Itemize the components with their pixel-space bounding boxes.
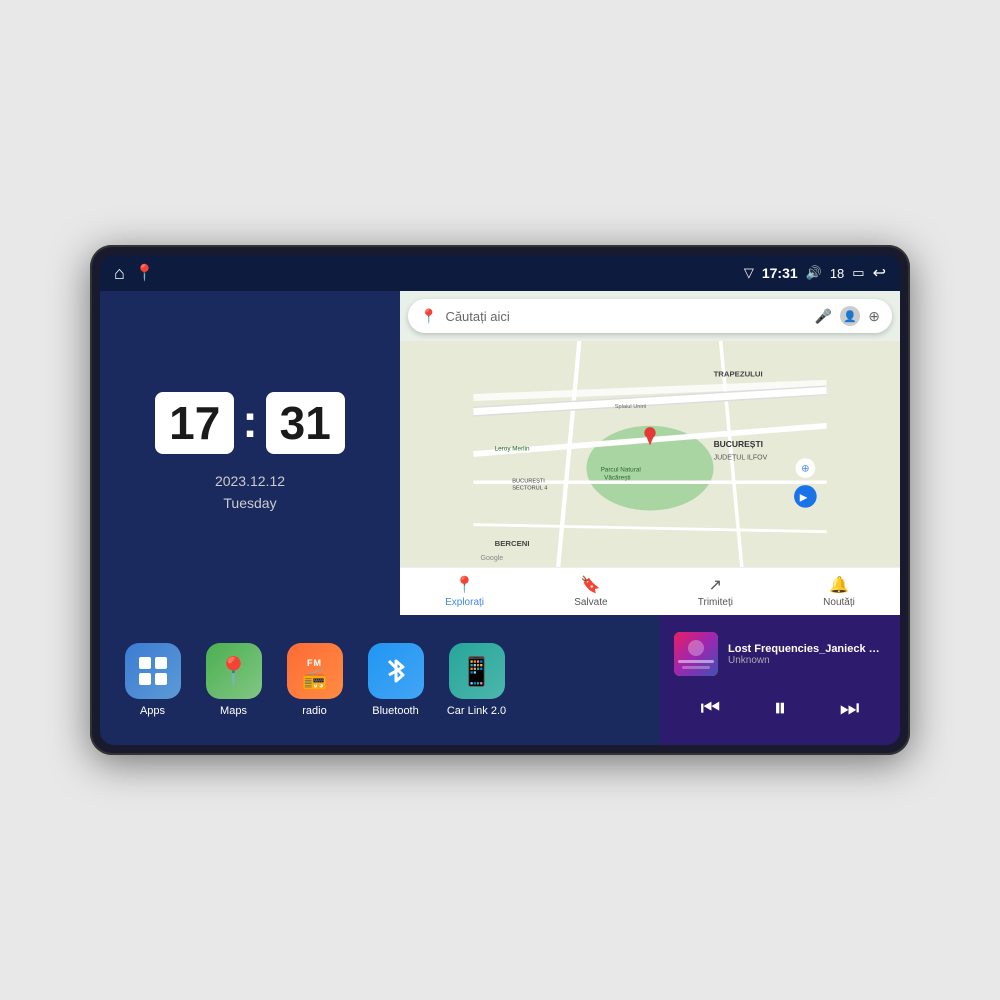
music-top: Lost Frequencies_Janieck Devy-... Unknow… <box>674 632 886 676</box>
app-icon-maps[interactable]: 📍 Maps <box>201 643 266 717</box>
map-search-text[interactable]: Căutați aici <box>445 309 806 324</box>
status-left: ⌂ 📍 <box>114 263 155 284</box>
top-row: 17 : 31 2023.12.12 Tuesday 📍 Căutați aic… <box>100 291 900 615</box>
carlink-label: Car Link 2.0 <box>447 705 506 717</box>
explore-label: Explorați <box>445 597 484 608</box>
app-icon-radio[interactable]: FM 📻 radio <box>282 643 347 717</box>
carlink-icon-bg: 📱 <box>449 643 505 699</box>
play-pause-button[interactable]: ⏸ <box>763 688 796 728</box>
maps-pin-icon[interactable]: 📍 <box>135 263 155 283</box>
music-artist: Unknown <box>728 655 886 666</box>
layers-icon[interactable]: ⊕ <box>868 308 880 325</box>
apps-label: Apps <box>140 705 165 717</box>
bottom-row: Apps 📍 Maps FM 📻 <box>100 615 900 745</box>
main-content: 17 : 31 2023.12.12 Tuesday 📍 Căutați aic… <box>100 291 900 745</box>
clock-date: 2023.12.12 Tuesday <box>215 470 285 515</box>
app-icon-apps[interactable]: Apps <box>120 643 185 717</box>
map-nav-send[interactable]: ↗ Trimiteți <box>698 575 733 608</box>
app-icon-carlink[interactable]: 📱 Car Link 2.0 <box>444 643 509 717</box>
clock-display: 17 : 31 <box>155 392 345 454</box>
status-right: ▽ 17:31 🔊 18 ▭ ↩ <box>744 263 886 283</box>
bluetooth-icon-bg <box>368 643 424 699</box>
app-icon-bluetooth[interactable]: Bluetooth <box>363 643 428 717</box>
saved-icon: 🔖 <box>581 575 601 595</box>
svg-text:Google: Google <box>481 555 504 562</box>
volume-icon: 🔊 <box>806 265 822 281</box>
map-svg: TRAPEZULUI BUCUREȘTI JUDEȚUL ILFOV BERCE… <box>400 341 900 567</box>
news-icon: 🔔 <box>829 575 849 595</box>
svg-text:JUDEȚUL ILFOV: JUDEȚUL ILFOV <box>714 455 768 462</box>
send-icon: ↗ <box>709 575 722 595</box>
carlink-icon: 📱 <box>459 655 494 688</box>
maps-icon-bg: 📍 <box>206 643 262 699</box>
map-nav-explore[interactable]: 📍 Explorați <box>445 575 484 608</box>
music-thumbnail <box>674 632 718 676</box>
battery-icon: ▭ <box>852 265 864 281</box>
svg-text:TRAPEZULUI: TRAPEZULUI <box>714 369 763 378</box>
map-search-bar[interactable]: 📍 Căutați aici 🎤 👤 ⊕ <box>408 299 892 333</box>
album-art <box>674 632 718 676</box>
svg-text:SECTORUL 4: SECTORUL 4 <box>512 485 547 491</box>
send-label: Trimiteți <box>698 597 733 608</box>
back-icon[interactable]: ↩ <box>873 263 886 283</box>
svg-text:BERCENI: BERCENI <box>495 539 530 548</box>
radio-icon-bg: FM 📻 <box>287 643 343 699</box>
map-nav-news[interactable]: 🔔 Noutăți <box>823 575 855 608</box>
signal-icon: ▽ <box>744 265 754 281</box>
bluetooth-label: Bluetooth <box>372 705 418 717</box>
svg-text:▶: ▶ <box>800 493 808 504</box>
map-bottom-bar: 📍 Explorați 🔖 Salvate ↗ Trimiteți 🔔 <box>400 567 900 615</box>
maps-label: Maps <box>220 705 247 717</box>
car-head-unit: ⌂ 📍 ▽ 17:31 🔊 18 ▭ ↩ 17 : <box>90 245 910 755</box>
clock-colon: : <box>242 398 257 444</box>
explore-icon: 📍 <box>455 575 475 595</box>
music-controls: ⏮ ⏸ ⏭ <box>674 688 886 728</box>
map-nav-saved[interactable]: 🔖 Salvate <box>574 575 607 608</box>
map-pin-icon: 📍 <box>420 308 437 325</box>
map-search-icons: 🎤 👤 ⊕ <box>815 306 880 326</box>
map-area: TRAPEZULUI BUCUREȘTI JUDEȚUL ILFOV BERCE… <box>400 341 900 567</box>
svg-text:Văcărești: Văcărești <box>604 474 630 481</box>
radio-label: radio <box>302 705 326 717</box>
bluetooth-svg <box>381 653 411 689</box>
saved-label: Salvate <box>574 597 607 608</box>
home-icon[interactable]: ⌂ <box>114 263 125 284</box>
apps-section: Apps 📍 Maps FM 📻 <box>100 615 660 745</box>
map-widget[interactable]: 📍 Căutați aici 🎤 👤 ⊕ <box>400 291 900 615</box>
mic-icon[interactable]: 🎤 <box>815 308 832 325</box>
svg-text:BUCUREȘTI: BUCUREȘTI <box>512 478 545 484</box>
music-info: Lost Frequencies_Janieck Devy-... Unknow… <box>728 643 886 666</box>
svg-text:BUCUREȘTI: BUCUREȘTI <box>714 439 763 449</box>
svg-text:Splaiul Unirii: Splaiul Unirii <box>615 404 646 410</box>
time-display: 17:31 <box>762 265 798 281</box>
music-title: Lost Frequencies_Janieck Devy-... <box>728 643 886 655</box>
music-player: Lost Frequencies_Janieck Devy-... Unknow… <box>660 615 900 745</box>
status-bar: ⌂ 📍 ▽ 17:31 🔊 18 ▭ ↩ <box>100 255 900 291</box>
account-icon[interactable]: 👤 <box>840 306 860 326</box>
screen: ⌂ 📍 ▽ 17:31 🔊 18 ▭ ↩ 17 : <box>100 255 900 745</box>
battery-level: 18 <box>830 266 844 281</box>
svg-text:⊕: ⊕ <box>801 464 809 475</box>
next-button[interactable]: ⏭ <box>830 691 870 725</box>
news-label: Noutăți <box>823 597 855 608</box>
clock-widget: 17 : 31 2023.12.12 Tuesday <box>100 291 400 615</box>
apps-icon-bg <box>125 643 181 699</box>
clock-minutes: 31 <box>266 392 345 454</box>
clock-hours: 17 <box>155 392 234 454</box>
maps-icon: 📍 <box>216 655 251 688</box>
svg-text:Leroy Merlin: Leroy Merlin <box>495 445 530 452</box>
prev-button[interactable]: ⏮ <box>691 691 731 725</box>
svg-text:Parcul Natural: Parcul Natural <box>601 467 641 474</box>
